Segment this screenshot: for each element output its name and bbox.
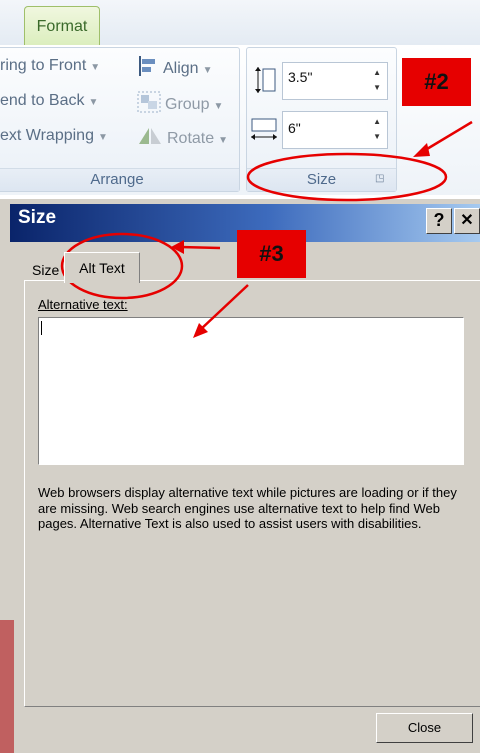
tab-alt-text[interactable]: Alt Text — [64, 252, 140, 283]
arrow-to-alt-text-field — [199, 284, 249, 331]
size-group-highlight-ellipse — [246, 152, 448, 202]
arrow-to-size-group — [421, 120, 473, 154]
arrowhead-icon — [413, 143, 430, 157]
arrow-to-alt-text-tab — [179, 245, 221, 250]
annotation-overlay — [60, 120, 473, 338]
